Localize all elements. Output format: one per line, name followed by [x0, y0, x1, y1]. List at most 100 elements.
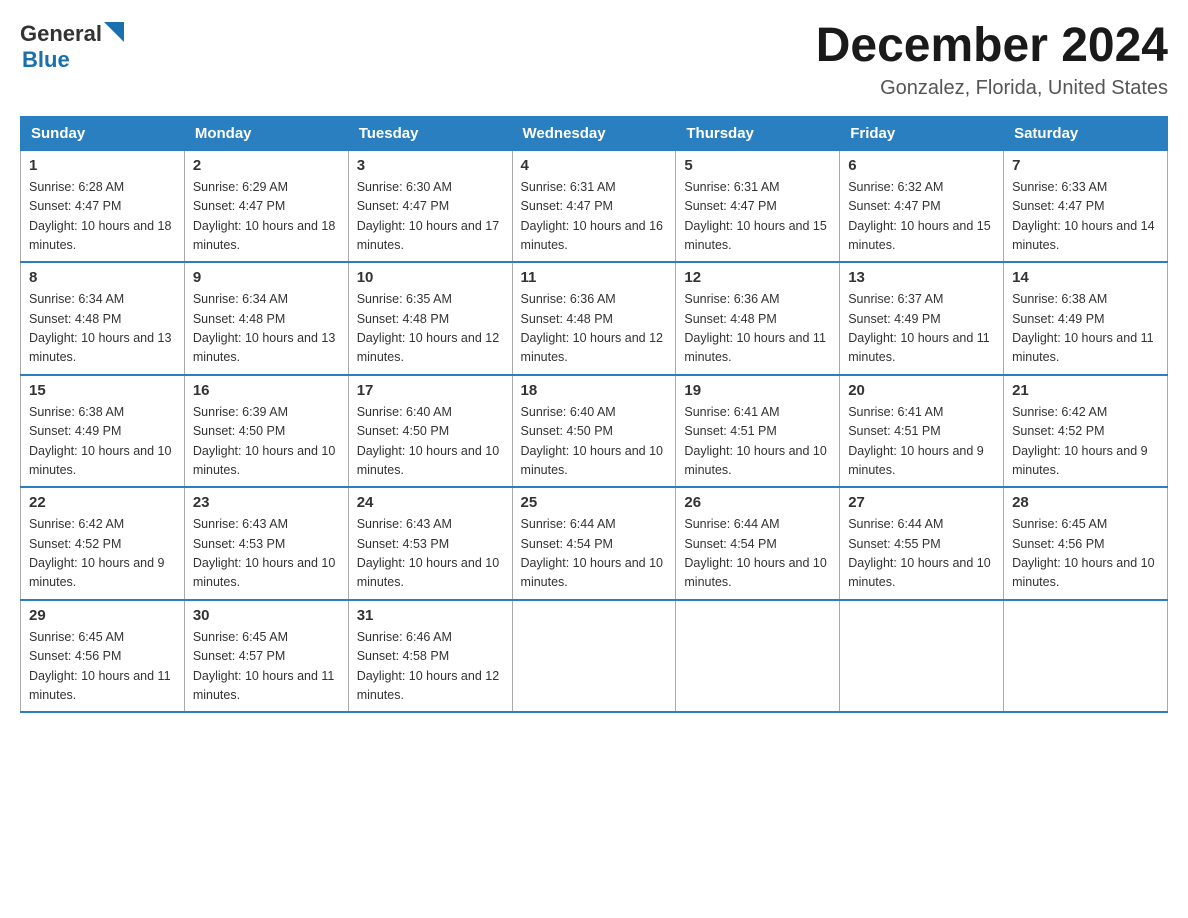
day-header-monday: Monday	[184, 116, 348, 150]
month-title: December 2024	[816, 20, 1168, 73]
calendar-cell	[840, 600, 1004, 713]
day-header-wednesday: Wednesday	[512, 116, 676, 150]
calendar-cell: 12 Sunrise: 6:36 AMSunset: 4:48 PMDaylig…	[676, 262, 840, 375]
day-number: 14	[1012, 269, 1159, 286]
calendar-cell: 13 Sunrise: 6:37 AMSunset: 4:49 PMDaylig…	[840, 262, 1004, 375]
calendar-cell: 29 Sunrise: 6:45 AMSunset: 4:56 PMDaylig…	[21, 600, 185, 713]
day-info: Sunrise: 6:40 AMSunset: 4:50 PMDaylight:…	[521, 405, 663, 477]
day-number: 10	[357, 269, 504, 286]
day-header-sunday: Sunday	[21, 116, 185, 150]
day-info: Sunrise: 6:31 AMSunset: 4:47 PMDaylight:…	[684, 180, 826, 252]
day-number: 13	[848, 269, 995, 286]
calendar-cell: 25 Sunrise: 6:44 AMSunset: 4:54 PMDaylig…	[512, 487, 676, 600]
logo-arrow-icon	[104, 22, 124, 42]
calendar-cell: 1 Sunrise: 6:28 AMSunset: 4:47 PMDayligh…	[21, 150, 185, 262]
day-number: 11	[521, 269, 668, 286]
day-info: Sunrise: 6:45 AMSunset: 4:56 PMDaylight:…	[1012, 517, 1154, 589]
calendar-cell: 22 Sunrise: 6:42 AMSunset: 4:52 PMDaylig…	[21, 487, 185, 600]
day-number: 31	[357, 607, 504, 624]
calendar-week-row: 22 Sunrise: 6:42 AMSunset: 4:52 PMDaylig…	[21, 487, 1168, 600]
title-area: December 2024 Gonzalez, Florida, United …	[816, 20, 1168, 100]
day-number: 18	[521, 382, 668, 399]
calendar-cell	[512, 600, 676, 713]
calendar-cell: 15 Sunrise: 6:38 AMSunset: 4:49 PMDaylig…	[21, 375, 185, 488]
day-info: Sunrise: 6:33 AMSunset: 4:47 PMDaylight:…	[1012, 180, 1154, 252]
calendar-cell: 28 Sunrise: 6:45 AMSunset: 4:56 PMDaylig…	[1004, 487, 1168, 600]
calendar-week-row: 15 Sunrise: 6:38 AMSunset: 4:49 PMDaylig…	[21, 375, 1168, 488]
day-header-saturday: Saturday	[1004, 116, 1168, 150]
logo-general-text: General	[20, 21, 102, 47]
day-info: Sunrise: 6:32 AMSunset: 4:47 PMDaylight:…	[848, 180, 990, 252]
calendar-cell: 4 Sunrise: 6:31 AMSunset: 4:47 PMDayligh…	[512, 150, 676, 262]
day-number: 19	[684, 382, 831, 399]
calendar-cell: 3 Sunrise: 6:30 AMSunset: 4:47 PMDayligh…	[348, 150, 512, 262]
page-header: General Blue December 2024 Gonzalez, Flo…	[20, 20, 1168, 100]
calendar-cell: 9 Sunrise: 6:34 AMSunset: 4:48 PMDayligh…	[184, 262, 348, 375]
calendar-cell: 21 Sunrise: 6:42 AMSunset: 4:52 PMDaylig…	[1004, 375, 1168, 488]
calendar-cell: 26 Sunrise: 6:44 AMSunset: 4:54 PMDaylig…	[676, 487, 840, 600]
calendar-cell: 11 Sunrise: 6:36 AMSunset: 4:48 PMDaylig…	[512, 262, 676, 375]
calendar-week-row: 8 Sunrise: 6:34 AMSunset: 4:48 PMDayligh…	[21, 262, 1168, 375]
calendar-week-row: 1 Sunrise: 6:28 AMSunset: 4:47 PMDayligh…	[21, 150, 1168, 262]
calendar-cell: 20 Sunrise: 6:41 AMSunset: 4:51 PMDaylig…	[840, 375, 1004, 488]
logo: General Blue	[20, 20, 124, 73]
day-info: Sunrise: 6:30 AMSunset: 4:47 PMDaylight:…	[357, 180, 499, 252]
day-info: Sunrise: 6:34 AMSunset: 4:48 PMDaylight:…	[193, 292, 335, 364]
day-info: Sunrise: 6:40 AMSunset: 4:50 PMDaylight:…	[357, 405, 499, 477]
day-info: Sunrise: 6:45 AMSunset: 4:56 PMDaylight:…	[29, 630, 171, 702]
day-number: 2	[193, 157, 340, 174]
calendar-cell	[676, 600, 840, 713]
day-number: 23	[193, 494, 340, 511]
day-number: 1	[29, 157, 176, 174]
day-number: 27	[848, 494, 995, 511]
day-info: Sunrise: 6:44 AMSunset: 4:54 PMDaylight:…	[684, 517, 826, 589]
day-info: Sunrise: 6:43 AMSunset: 4:53 PMDaylight:…	[357, 517, 499, 589]
day-info: Sunrise: 6:31 AMSunset: 4:47 PMDaylight:…	[521, 180, 663, 252]
day-number: 4	[521, 157, 668, 174]
day-info: Sunrise: 6:41 AMSunset: 4:51 PMDaylight:…	[684, 405, 826, 477]
calendar-cell: 5 Sunrise: 6:31 AMSunset: 4:47 PMDayligh…	[676, 150, 840, 262]
calendar-cell: 6 Sunrise: 6:32 AMSunset: 4:47 PMDayligh…	[840, 150, 1004, 262]
calendar-header-row: SundayMondayTuesdayWednesdayThursdayFrid…	[21, 116, 1168, 150]
day-info: Sunrise: 6:44 AMSunset: 4:55 PMDaylight:…	[848, 517, 990, 589]
day-number: 28	[1012, 494, 1159, 511]
day-number: 6	[848, 157, 995, 174]
day-number: 21	[1012, 382, 1159, 399]
day-info: Sunrise: 6:42 AMSunset: 4:52 PMDaylight:…	[29, 517, 165, 589]
day-info: Sunrise: 6:34 AMSunset: 4:48 PMDaylight:…	[29, 292, 171, 364]
day-info: Sunrise: 6:36 AMSunset: 4:48 PMDaylight:…	[684, 292, 826, 364]
calendar-cell: 31 Sunrise: 6:46 AMSunset: 4:58 PMDaylig…	[348, 600, 512, 713]
calendar-cell: 19 Sunrise: 6:41 AMSunset: 4:51 PMDaylig…	[676, 375, 840, 488]
day-number: 20	[848, 382, 995, 399]
calendar-cell: 10 Sunrise: 6:35 AMSunset: 4:48 PMDaylig…	[348, 262, 512, 375]
day-info: Sunrise: 6:38 AMSunset: 4:49 PMDaylight:…	[29, 405, 171, 477]
day-number: 15	[29, 382, 176, 399]
day-info: Sunrise: 6:36 AMSunset: 4:48 PMDaylight:…	[521, 292, 663, 364]
day-info: Sunrise: 6:43 AMSunset: 4:53 PMDaylight:…	[193, 517, 335, 589]
calendar-cell: 27 Sunrise: 6:44 AMSunset: 4:55 PMDaylig…	[840, 487, 1004, 600]
logo-blue-text: Blue	[22, 47, 70, 73]
calendar-table: SundayMondayTuesdayWednesdayThursdayFrid…	[20, 116, 1168, 714]
day-header-tuesday: Tuesday	[348, 116, 512, 150]
day-number: 30	[193, 607, 340, 624]
day-number: 29	[29, 607, 176, 624]
day-info: Sunrise: 6:39 AMSunset: 4:50 PMDaylight:…	[193, 405, 335, 477]
day-info: Sunrise: 6:42 AMSunset: 4:52 PMDaylight:…	[1012, 405, 1148, 477]
day-number: 25	[521, 494, 668, 511]
day-info: Sunrise: 6:28 AMSunset: 4:47 PMDaylight:…	[29, 180, 171, 252]
calendar-cell	[1004, 600, 1168, 713]
day-number: 8	[29, 269, 176, 286]
day-info: Sunrise: 6:35 AMSunset: 4:48 PMDaylight:…	[357, 292, 499, 364]
calendar-cell: 2 Sunrise: 6:29 AMSunset: 4:47 PMDayligh…	[184, 150, 348, 262]
day-info: Sunrise: 6:38 AMSunset: 4:49 PMDaylight:…	[1012, 292, 1154, 364]
day-header-thursday: Thursday	[676, 116, 840, 150]
calendar-week-row: 29 Sunrise: 6:45 AMSunset: 4:56 PMDaylig…	[21, 600, 1168, 713]
day-number: 26	[684, 494, 831, 511]
calendar-cell: 24 Sunrise: 6:43 AMSunset: 4:53 PMDaylig…	[348, 487, 512, 600]
day-info: Sunrise: 6:41 AMSunset: 4:51 PMDaylight:…	[848, 405, 984, 477]
day-number: 22	[29, 494, 176, 511]
day-number: 3	[357, 157, 504, 174]
calendar-cell: 23 Sunrise: 6:43 AMSunset: 4:53 PMDaylig…	[184, 487, 348, 600]
calendar-cell: 14 Sunrise: 6:38 AMSunset: 4:49 PMDaylig…	[1004, 262, 1168, 375]
day-info: Sunrise: 6:29 AMSunset: 4:47 PMDaylight:…	[193, 180, 335, 252]
